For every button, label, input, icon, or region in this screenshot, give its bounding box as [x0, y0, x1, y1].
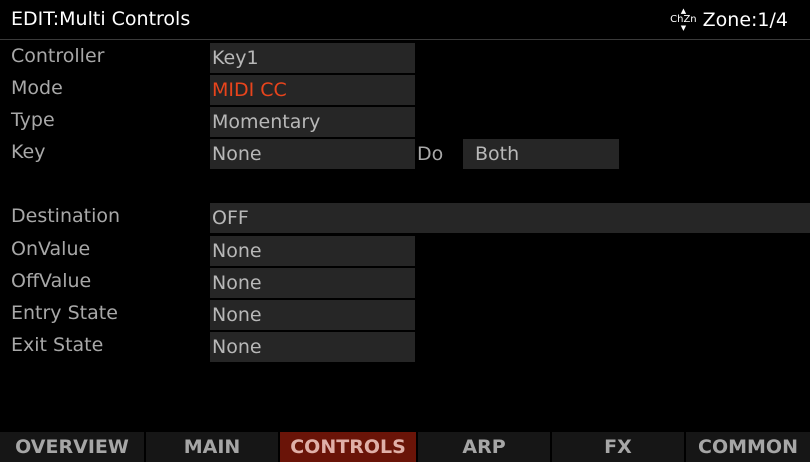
- key-field[interactable]: None: [210, 139, 415, 169]
- type-label: Type: [11, 109, 55, 131]
- zone-indicator[interactable]: ▲ ChZn ▼ Zone:1/4: [670, 8, 788, 32]
- destination-label: Destination: [11, 205, 121, 227]
- offvalue-field[interactable]: None: [210, 268, 415, 298]
- mode-field[interactable]: MIDI CC: [210, 75, 415, 105]
- destination-field[interactable]: OFF: [210, 203, 810, 233]
- controller-label: Controller: [11, 45, 105, 67]
- tab-overview[interactable]: OVERVIEW: [0, 432, 144, 462]
- title-divider: [0, 39, 810, 40]
- key-label: Key: [11, 141, 46, 163]
- zone-label: Zone:1/4: [702, 9, 788, 31]
- exit-state-label: Exit State: [11, 334, 104, 356]
- entry-state-label: Entry State: [11, 302, 118, 324]
- tab-controls[interactable]: CONTROLS: [280, 432, 416, 462]
- onvalue-label: OnValue: [11, 238, 91, 260]
- offvalue-label: OffValue: [11, 270, 92, 292]
- mode-label: Mode: [11, 77, 63, 99]
- onvalue-field[interactable]: None: [210, 236, 415, 266]
- entry-state-field[interactable]: None: [210, 300, 415, 330]
- exit-state-field[interactable]: None: [210, 332, 415, 362]
- type-field[interactable]: Momentary: [210, 107, 415, 137]
- soft-button-bar: OVERVIEW MAIN CONTROLS ARP FX COMMON: [0, 432, 810, 462]
- tab-main[interactable]: MAIN: [146, 432, 278, 462]
- tab-common[interactable]: COMMON: [686, 432, 810, 462]
- controller-field[interactable]: Key1: [210, 43, 415, 73]
- page-title: EDIT:Multi Controls: [11, 8, 191, 30]
- chzn-icon: ▲ ChZn ▼: [670, 7, 697, 32]
- do-field[interactable]: Both: [463, 139, 619, 169]
- do-label: Do: [417, 143, 444, 165]
- tab-fx[interactable]: FX: [552, 432, 684, 462]
- title-bar: EDIT:Multi Controls ▲ ChZn ▼ Zone:1/4: [0, 0, 810, 40]
- tab-arp[interactable]: ARP: [418, 432, 550, 462]
